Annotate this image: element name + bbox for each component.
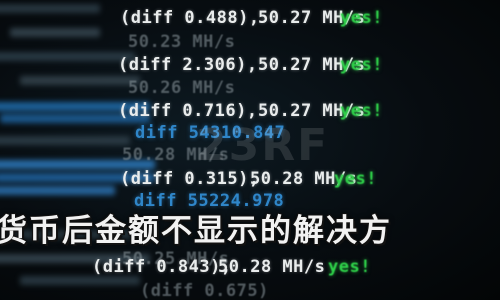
hashrate: 50.26 MH/s — [128, 78, 236, 98]
diff-value: (diff 0.488), — [120, 8, 260, 28]
hashrate: 50.23 MH/s — [128, 32, 236, 52]
log-line: (diff 2.306), 50.27 MH/s yes! — [0, 53, 500, 77]
status-yes: yes! — [340, 55, 383, 75]
mining-terminal-screen: (diff 0.488), 50.27 MH/s yes! 50.23 MH/s… — [0, 0, 500, 300]
log-line: (diff 0.843), 50.28 MH/s yes! — [0, 255, 500, 279]
caption-text: 货币后金额不显示的解决方 — [0, 213, 392, 249]
log-line: (diff 0.488), 50.27 MH/s yes! — [0, 6, 500, 30]
log-line: 50.23 MH/s — [0, 30, 500, 54]
log-line: (diff 0.675) — [0, 279, 500, 300]
log-line: 50.26 MH/s — [0, 76, 500, 100]
status-yes: yes! — [340, 101, 383, 121]
diff-value: (diff 0.843), — [92, 257, 232, 277]
status-yes: yes! — [328, 257, 371, 277]
hashrate: 50.28 MH/s — [218, 257, 326, 277]
diff-value: (diff 2.306), — [118, 55, 258, 75]
status-yes: yes! — [334, 169, 377, 189]
stock-watermark: 23RF — [196, 120, 330, 171]
status-yes: yes! — [340, 8, 383, 28]
diff-value: (diff 0.675) — [140, 281, 269, 300]
